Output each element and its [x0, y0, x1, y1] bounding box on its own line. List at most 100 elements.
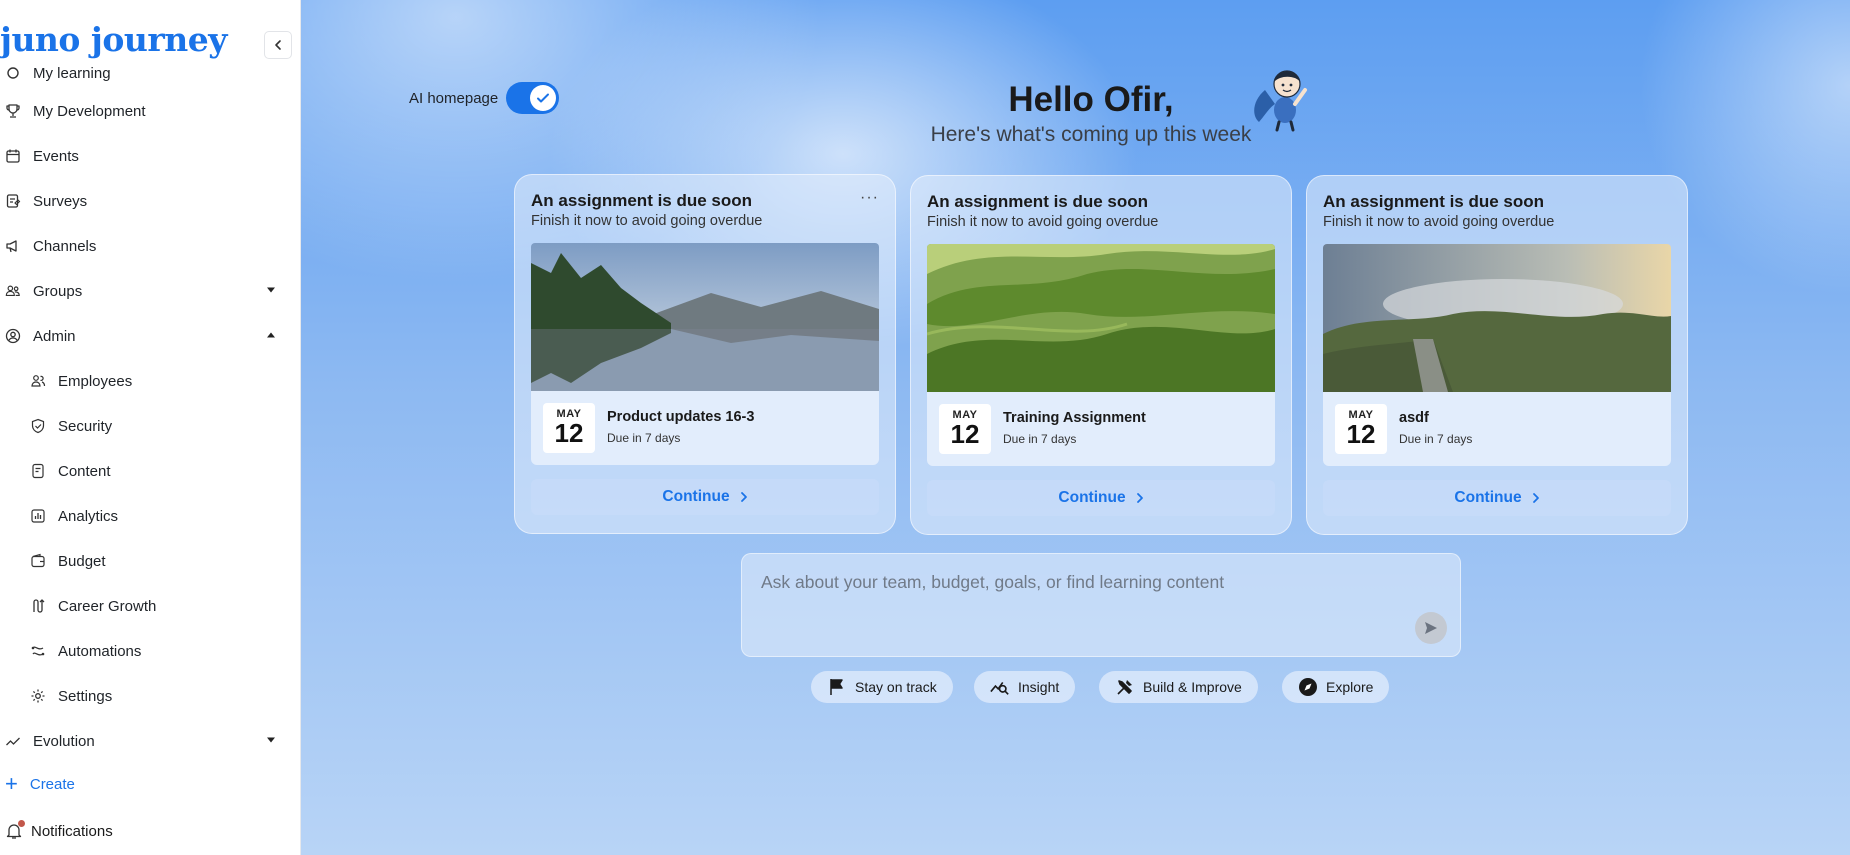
sidebar-item-label: My Development — [33, 102, 146, 120]
assignment-due: Due in 7 days — [1399, 432, 1473, 446]
assignment-name: asdf — [1399, 410, 1429, 426]
date-badge: MAY 12 — [939, 404, 991, 454]
card-image[interactable] — [927, 244, 1275, 392]
card-title: An assignment is due soon — [927, 192, 1149, 211]
notifications-button[interactable]: Notifications — [5, 820, 113, 840]
ask-placeholder: Ask about your team, budget, goals, or f… — [761, 572, 1225, 592]
date-badge: MAY 12 — [543, 403, 595, 453]
continue-label: Continue — [662, 488, 730, 505]
chip-stay-on-track[interactable]: Stay on track — [811, 671, 953, 703]
sidebar-item-label: Security — [58, 417, 113, 435]
sidebar-item-label: Surveys — [33, 192, 88, 210]
sidebar-item-label: Analytics — [58, 507, 119, 525]
document-icon — [30, 463, 46, 479]
card-subtitle: Finish it now to avoid going overdue — [927, 214, 1159, 230]
assignment-card: An assignment is due soon Finish it now … — [514, 174, 896, 534]
sidebar-item-employees[interactable]: Employees — [0, 364, 300, 398]
chip-label: Insight — [1018, 679, 1060, 695]
sidebar-item-analytics[interactable]: Analytics — [0, 499, 300, 533]
main-area: AI homepage Hello Ofir, Here's what's co… — [301, 0, 1850, 855]
card-subtitle: Finish it now to avoid going overdue — [1323, 214, 1555, 230]
calendar-icon — [5, 148, 21, 164]
wallet-icon — [30, 553, 46, 569]
sidebar-item-my-development[interactable]: My Development — [0, 94, 300, 128]
tools-icon — [1115, 677, 1135, 697]
chip-label: Stay on track — [855, 679, 937, 695]
chip-explore[interactable]: Explore — [1282, 671, 1390, 703]
automation-icon — [30, 643, 46, 659]
card-subtitle: Finish it now to avoid going overdue — [531, 213, 763, 229]
people-icon — [5, 283, 21, 299]
chip-label: Build & Improve — [1143, 679, 1242, 695]
date-day: 12 — [950, 419, 980, 449]
assignment-name: Training Assignment — [1003, 410, 1146, 426]
assignment-card: An assignment is due soon Finish it now … — [1306, 175, 1688, 535]
mascot-illustration — [1254, 70, 1307, 132]
caret-down-icon[interactable] — [266, 286, 276, 294]
card-image[interactable] — [1323, 244, 1671, 392]
continue-button[interactable]: Continue — [531, 479, 879, 515]
chevron-left-icon — [275, 40, 281, 50]
trophy-icon — [5, 103, 21, 119]
sidebar-item-label: Groups — [33, 282, 83, 300]
assignment-due: Due in 7 days — [1003, 432, 1077, 446]
card-menu-button[interactable]: ··· — [860, 189, 879, 207]
ask-input[interactable]: Ask about your team, budget, goals, or f… — [741, 553, 1461, 657]
caret-down-icon[interactable] — [266, 736, 276, 744]
user-circle-icon — [5, 328, 21, 344]
date-day: 12 — [1346, 419, 1376, 449]
sidebar-item-label: My learning — [33, 64, 111, 82]
chip-label: Explore — [1326, 679, 1374, 695]
assignment-card: An assignment is due soon Finish it now … — [910, 175, 1292, 535]
assignment-info[interactable]: MAY 12 Training Assignment Due in 7 days — [927, 392, 1275, 466]
compass-icon — [1298, 677, 1318, 697]
sidebar-item-groups[interactable]: Groups — [0, 274, 300, 308]
assignment-info[interactable]: MAY 12 Product updates 16-3 Due in 7 day… — [531, 391, 879, 465]
sidebar: juno journey My learning My Development … — [0, 0, 301, 855]
sidebar-item-label: Automations — [58, 642, 142, 660]
send-button[interactable] — [1415, 612, 1447, 644]
survey-icon — [5, 193, 21, 209]
toggle-knob — [530, 85, 556, 111]
sidebar-item-evolution[interactable]: Evolution — [0, 724, 300, 758]
send-icon — [1425, 622, 1437, 634]
sidebar-item-surveys[interactable]: Surveys — [0, 184, 300, 218]
sidebar-item-content[interactable]: Content — [0, 454, 300, 488]
sidebar-item-label: Channels — [33, 237, 97, 255]
sidebar-item-admin[interactable]: Admin — [0, 319, 300, 353]
flag-icon — [827, 677, 847, 697]
date-badge: MAY 12 — [1335, 404, 1387, 454]
sidebar-item-automations[interactable]: Automations — [0, 634, 300, 668]
date-day: 12 — [554, 418, 584, 448]
sidebar-item-label: Settings — [58, 687, 113, 705]
sidebar-item-security[interactable]: Security — [0, 409, 300, 443]
trend-icon — [5, 733, 21, 749]
sidebar-item-budget[interactable]: Budget — [0, 544, 300, 578]
sidebar-item-channels[interactable]: Channels — [0, 229, 300, 263]
create-button[interactable]: + Create — [5, 773, 75, 795]
chip-insight[interactable]: Insight — [974, 671, 1076, 703]
chip-build-improve[interactable]: Build & Improve — [1099, 671, 1258, 703]
sidebar-item-settings[interactable]: Settings — [0, 679, 300, 713]
create-label: Create — [29, 775, 75, 793]
collapse-sidebar-button[interactable] — [264, 31, 292, 59]
ai-homepage-toggle[interactable] — [506, 82, 559, 114]
sidebar-item-career-growth[interactable]: Career Growth — [0, 589, 300, 623]
continue-button[interactable]: Continue — [927, 480, 1275, 516]
subheading: Here's what's coming up this week — [930, 123, 1252, 146]
sidebar-item-events[interactable]: Events — [0, 139, 300, 173]
notification-dot — [18, 820, 25, 827]
continue-button[interactable]: Continue — [1323, 480, 1671, 516]
chevron-right-icon — [1532, 493, 1539, 503]
sidebar-item-label: Admin — [33, 327, 76, 345]
bar-chart-icon — [30, 508, 46, 524]
caret-up-icon[interactable] — [266, 331, 276, 339]
check-icon — [537, 93, 549, 103]
logo[interactable]: juno journey — [0, 20, 227, 59]
chevron-right-icon — [740, 492, 747, 502]
card-image[interactable] — [531, 243, 879, 391]
assignment-info[interactable]: MAY 12 asdf Due in 7 days — [1323, 392, 1671, 466]
assignment-name: Product updates 16-3 — [607, 409, 755, 425]
sidebar-item-my-learning[interactable]: My learning — [0, 62, 300, 90]
sidebar-item-label: Career Growth — [58, 597, 157, 615]
